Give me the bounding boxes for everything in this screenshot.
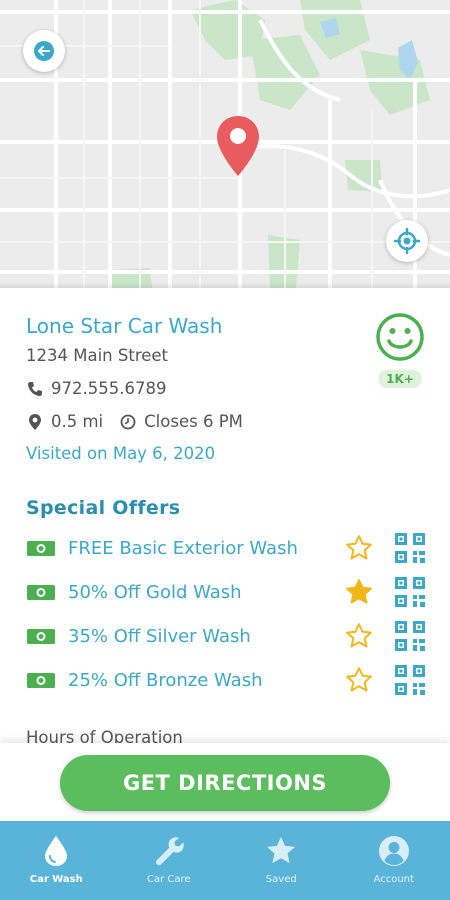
offer-label[interactable]: 35% Off Silver Wash bbox=[68, 626, 430, 647]
nav-label: Car Wash bbox=[29, 874, 83, 885]
money-icon bbox=[26, 539, 56, 557]
phone-icon bbox=[26, 380, 44, 398]
nav-item-saved[interactable]: Saved bbox=[225, 821, 338, 900]
offer-row[interactable]: 50% Off Gold Wash bbox=[26, 574, 430, 610]
visited-date: Visited on May 6, 2020 bbox=[26, 444, 216, 463]
business-address: 1234 Main Street bbox=[26, 346, 169, 365]
clock-icon bbox=[119, 413, 137, 431]
water-drop-icon bbox=[39, 834, 73, 868]
back-button[interactable] bbox=[23, 30, 65, 72]
distance-text: 0.5 mi bbox=[51, 412, 104, 431]
nav-label: Car Care bbox=[146, 874, 191, 885]
user-icon bbox=[377, 834, 411, 868]
phone-row[interactable]: 972.555.6789 bbox=[26, 379, 166, 398]
money-icon bbox=[26, 671, 56, 689]
rating[interactable]: 1K+ bbox=[374, 312, 426, 388]
nav-label: Account bbox=[373, 874, 414, 885]
star-outline-icon[interactable] bbox=[344, 665, 374, 695]
map-view[interactable] bbox=[0, 0, 450, 288]
bottom-navigation: Car Wash Car Care Saved Account bbox=[0, 821, 450, 900]
offer-label[interactable]: FREE Basic Exterior Wash bbox=[68, 538, 430, 559]
money-icon bbox=[26, 627, 56, 645]
offer-row[interactable]: 25% Off Bronze Wash bbox=[26, 662, 430, 698]
crosshair-icon bbox=[393, 227, 421, 255]
location-icon bbox=[26, 413, 44, 431]
star-outline-icon[interactable] bbox=[344, 621, 374, 651]
nav-item-account[interactable]: Account bbox=[338, 821, 450, 900]
get-directions-button[interactable]: GET DIRECTIONS bbox=[60, 755, 390, 811]
distance-hours-row: 0.5 mi Closes 6 PM bbox=[26, 412, 243, 431]
offer-row[interactable]: 35% Off Silver Wash bbox=[26, 618, 430, 654]
star-icon bbox=[264, 834, 298, 868]
map-pin-icon bbox=[215, 114, 261, 178]
nav-item-car-care[interactable]: Car Care bbox=[113, 821, 226, 900]
wrench-icon bbox=[152, 834, 186, 868]
business-name: Lone Star Car Wash bbox=[26, 314, 223, 338]
locate-me-button[interactable] bbox=[386, 220, 428, 262]
arrow-left-icon bbox=[34, 41, 54, 61]
rating-count-badge: 1K+ bbox=[378, 370, 422, 388]
business-details: Lone Star Car Wash 1234 Main Street 972.… bbox=[0, 288, 450, 753]
nav-label: Saved bbox=[265, 874, 297, 885]
hours-status-text: Closes 6 PM bbox=[144, 412, 243, 431]
money-icon bbox=[26, 583, 56, 601]
qr-code-icon[interactable] bbox=[395, 577, 425, 607]
offer-label[interactable]: 50% Off Gold Wash bbox=[68, 582, 430, 603]
offer-row[interactable]: FREE Basic Exterior Wash bbox=[26, 530, 430, 566]
special-offers-heading: Special Offers bbox=[26, 497, 181, 519]
smiley-face-icon bbox=[376, 313, 424, 361]
directions-bar: GET DIRECTIONS bbox=[0, 743, 450, 821]
qr-code-icon[interactable] bbox=[395, 533, 425, 563]
qr-code-icon[interactable] bbox=[395, 665, 425, 695]
phone-number[interactable]: 972.555.6789 bbox=[51, 379, 166, 398]
star-filled-icon[interactable] bbox=[344, 577, 374, 607]
offer-label[interactable]: 25% Off Bronze Wash bbox=[68, 670, 430, 691]
nav-item-car-wash[interactable]: Car Wash bbox=[0, 821, 113, 900]
star-outline-icon[interactable] bbox=[344, 533, 374, 563]
qr-code-icon[interactable] bbox=[395, 621, 425, 651]
